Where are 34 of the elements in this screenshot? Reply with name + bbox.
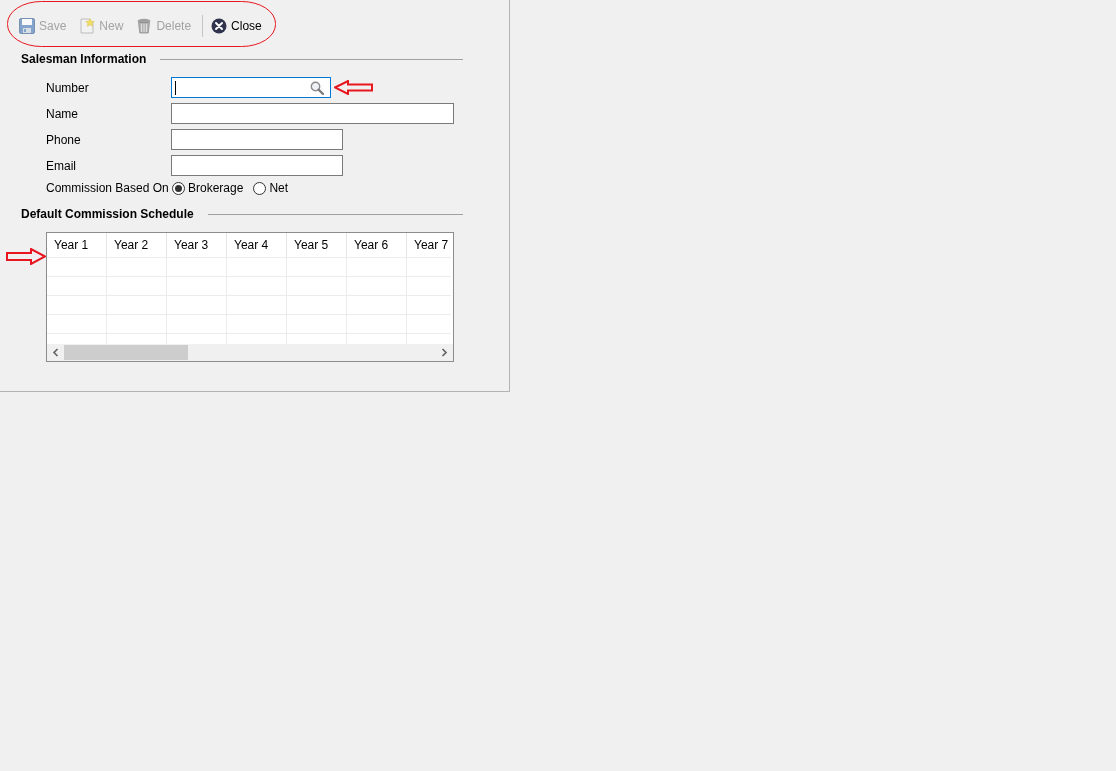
field-label: Phone (46, 131, 82, 149)
radio-label[interactable]: Brokerage (188, 179, 244, 197)
text-cursor-icon (175, 80, 176, 95)
text-field[interactable] (171, 129, 343, 150)
table-cell (347, 257, 407, 276)
horizontal-scrollbar[interactable] (47, 344, 453, 361)
field-label: Commission Based On (46, 180, 170, 197)
trash-can-icon (136, 17, 153, 34)
field-label: Number (46, 79, 90, 97)
page-star-icon (79, 17, 96, 34)
scrollbar-thumb[interactable] (64, 345, 188, 360)
lookup-field[interactable] (171, 77, 331, 98)
radio-label[interactable]: Net (269, 179, 289, 197)
field-label: Email (46, 157, 77, 175)
table-cell (287, 257, 347, 276)
chevron-right-icon[interactable] (441, 348, 448, 357)
table-cell (107, 333, 167, 344)
chevron-left-icon[interactable] (52, 348, 59, 357)
search-icon (310, 80, 324, 95)
table-cell (167, 257, 227, 276)
section-title: Salesman Information (21, 51, 147, 68)
radio-button[interactable] (253, 181, 267, 195)
table-cell (107, 257, 167, 276)
table-cell (167, 333, 227, 344)
text-field[interactable] (171, 103, 454, 124)
close-button[interactable]: Close (209, 14, 264, 37)
outline-arrow-icon (334, 80, 373, 95)
section-title: Default Commission Schedule (21, 206, 194, 223)
text-field[interactable] (171, 155, 343, 176)
field-label: Name (46, 105, 79, 123)
radio-button[interactable] (172, 181, 185, 195)
outline-arrow-icon (6, 248, 46, 265)
table-cell (227, 257, 287, 276)
close-icon (211, 17, 228, 34)
